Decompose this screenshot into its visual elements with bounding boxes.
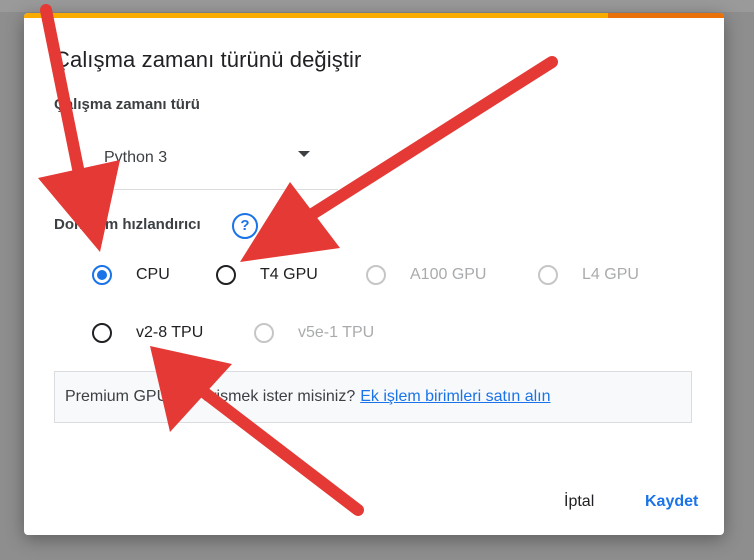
save-button[interactable]: Kaydet	[645, 493, 698, 511]
radio-button-disabled	[254, 323, 274, 343]
accelerator-label: T4 GPU	[260, 266, 318, 283]
dropdown-caret-icon	[298, 151, 310, 157]
accelerator-label: v2-8 TPU	[136, 324, 204, 341]
accelerator-option-l4-gpu: L4 GPU	[538, 261, 639, 289]
radio-button-disabled	[538, 265, 558, 285]
backdrop-strip	[0, 0, 754, 12]
radio-button[interactable]	[92, 323, 112, 343]
buy-compute-units-link[interactable]: Ek işlem birimleri satın alın	[360, 388, 550, 405]
question-circle-icon[interactable]: ?	[232, 213, 258, 239]
premium-gpu-banner: Premium GPU'lara erişmek ister misiniz? E…	[54, 371, 692, 423]
accelerator-label: A100 GPU	[410, 266, 487, 283]
dialog-title: Çalışma zamanı türünü değiştir	[54, 47, 362, 72]
runtime-type-label: Çalışma zamanı türü	[54, 96, 200, 113]
accelerator-label: CPU	[136, 266, 170, 283]
radio-button[interactable]	[216, 265, 236, 285]
dialog-progress-strip	[24, 13, 724, 18]
accelerator-option-t4-gpu[interactable]: T4 GPU	[216, 261, 318, 289]
runtime-type-select[interactable]: Python 3	[98, 141, 338, 190]
premium-gpu-question: Premium GPU'lara erişmek ister misiniz?	[65, 388, 356, 405]
progress-strip-tail	[608, 13, 724, 18]
accelerator-option-a100-gpu: A100 GPU	[366, 261, 486, 289]
runtime-type-value: Python 3	[104, 149, 168, 166]
accelerator-option-v2-8-tpu[interactable]: v2-8 TPU	[92, 319, 203, 347]
radio-button-checked[interactable]	[92, 265, 112, 285]
accelerator-label: L4 GPU	[582, 266, 639, 283]
radio-button-disabled	[366, 265, 386, 285]
accelerator-option-cpu[interactable]: CPU	[92, 261, 170, 289]
accelerator-label: v5e-1 TPU	[298, 324, 375, 341]
change-runtime-dialog: Çalışma zamanı türünü değiştir Çalışma z…	[24, 13, 724, 535]
hardware-accelerator-label: Donanım hızlandırıcı	[54, 216, 201, 233]
accelerator-option-v5e-1-tpu: v5e-1 TPU	[254, 319, 374, 347]
cancel-button[interactable]: İptal	[564, 493, 594, 511]
premium-gpu-text: Premium GPU'lara erişmek ister misiniz? E…	[65, 388, 551, 406]
